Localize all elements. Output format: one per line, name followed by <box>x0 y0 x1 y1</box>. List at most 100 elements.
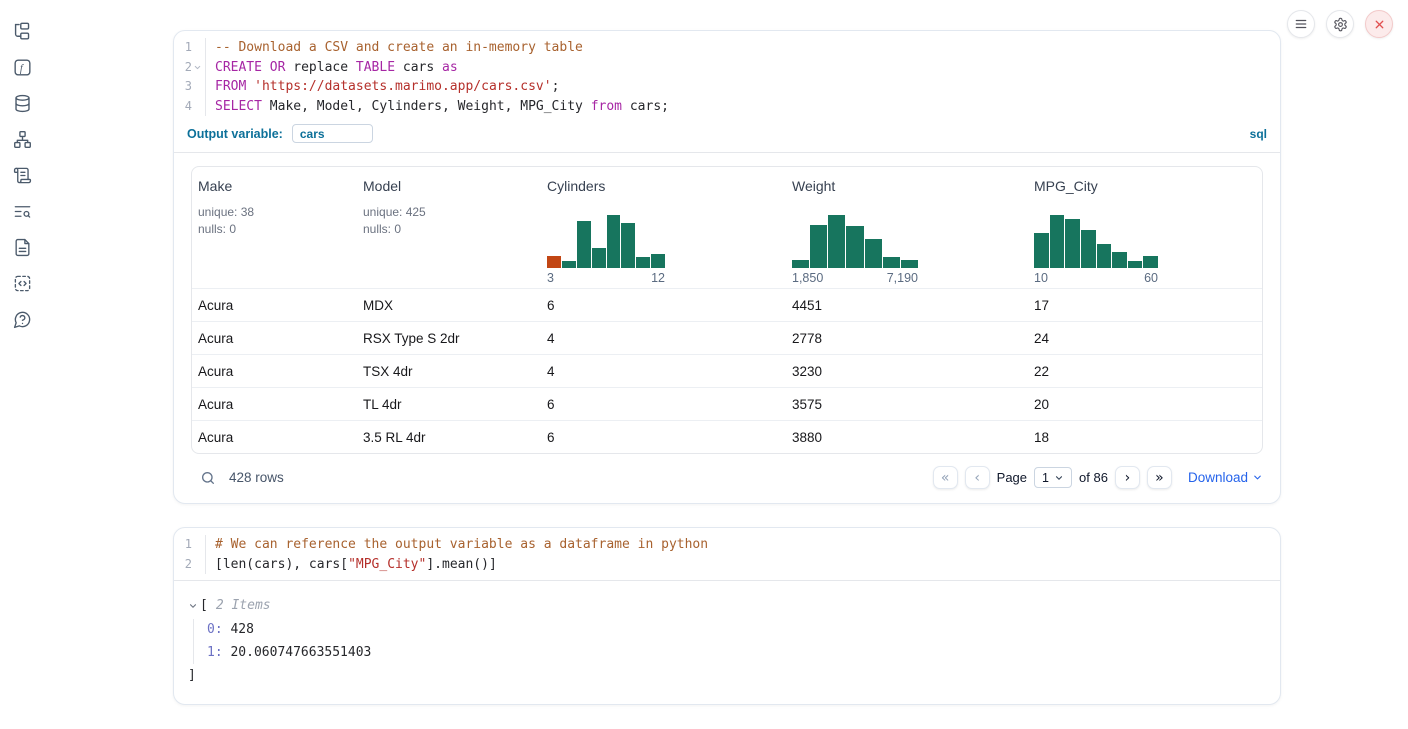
histogram-axis: 312 <box>547 271 665 285</box>
sidebar-item-chat-help[interactable] <box>10 308 34 330</box>
column-header[interactable]: MPG_City1060 <box>1028 167 1262 288</box>
table-cell: 3880 <box>786 430 1028 445</box>
column-header[interactable]: Cylinders312 <box>541 167 786 288</box>
notebook: 1 -- Download a CSV and create an in-memo… <box>173 0 1281 705</box>
first-page-button[interactable]: « <box>933 466 958 489</box>
table-row[interactable]: AcuraRSX Type S 2dr4277824 <box>192 321 1262 354</box>
histogram-bar[interactable] <box>1050 215 1065 268</box>
code-line[interactable]: [len(cars), cars["MPG_City"].mean()] <box>206 555 497 575</box>
python-code-editor[interactable]: 1 # We can reference the output variable … <box>174 528 1280 580</box>
table-row[interactable]: Acura3.5 RL 4dr6388018 <box>192 420 1262 453</box>
sql-code-editor[interactable]: 1 -- Download a CSV and create an in-memo… <box>174 31 1280 122</box>
histogram-bar[interactable] <box>636 257 650 268</box>
line-number: 1 <box>185 38 192 58</box>
code-token: as <box>442 60 458 75</box>
histogram-bar[interactable] <box>1143 256 1158 268</box>
table-search-button[interactable] <box>200 470 216 486</box>
chevron-down-icon <box>1054 473 1064 483</box>
window-actions <box>1287 10 1393 38</box>
hamburger-icon <box>1294 17 1308 31</box>
table-cell: 22 <box>1028 364 1262 379</box>
histogram-bar[interactable] <box>547 256 561 268</box>
tree-item-value: 20.060747663551403 <box>223 645 372 660</box>
histogram-bar[interactable] <box>792 260 809 268</box>
last-page-button[interactable]: » <box>1147 466 1172 489</box>
histogram-bar[interactable] <box>1065 219 1080 268</box>
language-badge: sql <box>1250 127 1267 141</box>
histogram-bar[interactable] <box>883 257 900 268</box>
tree-root-row: [ 2 Items <box>188 596 1280 616</box>
square-code-icon <box>13 274 32 293</box>
column-header[interactable]: Modelunique: 425nulls: 0 <box>357 167 541 288</box>
settings-button[interactable] <box>1326 10 1354 38</box>
code-token: cars; <box>622 99 669 114</box>
histogram-bar[interactable] <box>621 223 635 268</box>
output-variable-input[interactable] <box>292 124 373 143</box>
histogram-bar[interactable] <box>810 225 827 268</box>
histogram-bar[interactable] <box>865 239 882 268</box>
code-line[interactable]: CREATE OR replace TABLE cars as <box>206 58 458 78</box>
histogram-bar[interactable] <box>1034 233 1049 268</box>
file-tree-icon <box>13 22 32 41</box>
tree-collapse-toggle[interactable] <box>188 601 200 611</box>
sidebar-item-scratchpad[interactable] <box>10 272 34 294</box>
code-line[interactable]: # We can reference the output variable a… <box>206 535 708 555</box>
code-line-row: 2[len(cars), cars["MPG_City"].mean()] <box>174 555 1280 575</box>
histogram-bar[interactable] <box>846 226 863 268</box>
histogram-axis: 1060 <box>1034 271 1158 285</box>
next-page-button[interactable]: › <box>1115 466 1140 489</box>
code-line[interactable]: FROM 'https://datasets.marimo.app/cars.c… <box>206 77 559 97</box>
histogram-bar[interactable] <box>651 254 665 268</box>
histogram-bar[interactable] <box>901 260 918 268</box>
histogram-bar[interactable] <box>592 248 606 268</box>
axis-max-label: 60 <box>1144 271 1158 285</box>
histogram-bar[interactable] <box>828 215 845 268</box>
histogram-bar[interactable] <box>1112 252 1127 269</box>
histogram-bar[interactable] <box>607 215 621 268</box>
histogram-bar[interactable] <box>562 261 576 268</box>
sidebar-item-functions[interactable]: f <box>10 56 34 78</box>
sidebar-item-documentation[interactable] <box>10 236 34 258</box>
axis-min-label: 1,850 <box>792 271 823 285</box>
code-line[interactable]: SELECT Make, Model, Cylinders, Weight, M… <box>206 97 669 117</box>
code-line[interactable]: -- Download a CSV and create an in-memor… <box>206 38 583 58</box>
pagination: « ‹ Page 1 of 86 › » <box>933 466 1172 489</box>
page-select[interactable]: 1 <box>1034 467 1072 488</box>
sidebar-item-snippets[interactable] <box>10 164 34 186</box>
text-search-icon <box>13 202 32 221</box>
column-stat: unique: 425 <box>363 204 541 221</box>
table-footer: 428 rows « ‹ Page 1 of 86 › » Download <box>191 454 1263 491</box>
code-line-row: 2CREATE OR replace TABLE cars as <box>174 58 1280 78</box>
scroll-icon <box>13 166 32 185</box>
table-row[interactable]: AcuraTL 4dr6357520 <box>192 387 1262 420</box>
table-cell: RSX Type S 2dr <box>357 331 541 346</box>
line-gutter: 2 <box>174 555 206 575</box>
table-cell: 20 <box>1028 397 1262 412</box>
table-row[interactable]: AcuraTSX 4dr4323022 <box>192 354 1262 387</box>
histogram-bar[interactable] <box>577 221 591 268</box>
sidebar-item-datasources[interactable] <box>10 92 34 114</box>
histogram-bar[interactable] <box>1097 244 1112 268</box>
code-line-row: 1 -- Download a CSV and create an in-memo… <box>174 38 1280 58</box>
sidebar-item-file-explorer[interactable] <box>10 20 34 42</box>
histogram-bar[interactable] <box>1128 261 1143 268</box>
column-header[interactable]: Weight1,8507,190 <box>786 167 1028 288</box>
sidebar-item-logs[interactable] <box>10 200 34 222</box>
code-token: Make, Model, Cylinders, Weight, MPG_City <box>262 99 591 114</box>
menu-button[interactable] <box>1287 10 1315 38</box>
close-button[interactable] <box>1365 10 1393 38</box>
code-token: replace <box>285 60 355 75</box>
table-cell: 4 <box>541 331 786 346</box>
prev-page-button[interactable]: ‹ <box>965 466 990 489</box>
table-cell: 6 <box>541 298 786 313</box>
table-row[interactable]: AcuraMDX6445117 <box>192 288 1262 321</box>
column-header[interactable]: Makeunique: 38nulls: 0 <box>192 167 357 288</box>
line-number: 1 <box>185 535 192 555</box>
download-button[interactable]: Download <box>1188 470 1263 485</box>
table-cell: MDX <box>357 298 541 313</box>
sidebar-item-dependencies[interactable] <box>10 128 34 150</box>
histogram-bars <box>547 213 665 268</box>
table-cell: Acura <box>192 430 357 445</box>
histogram-bar[interactable] <box>1081 230 1096 268</box>
fold-toggle[interactable] <box>192 61 202 73</box>
